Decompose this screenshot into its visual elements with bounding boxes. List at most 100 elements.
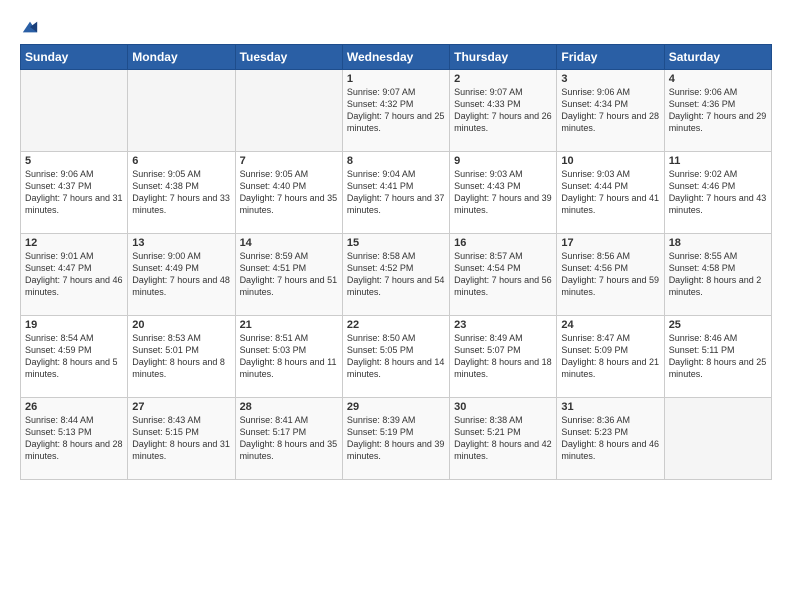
day-cell: 27Sunrise: 8:43 AM Sunset: 5:15 PM Dayli… bbox=[128, 398, 235, 480]
day-info: Sunrise: 8:44 AM Sunset: 5:13 PM Dayligh… bbox=[25, 414, 123, 463]
day-cell: 18Sunrise: 8:55 AM Sunset: 4:58 PM Dayli… bbox=[664, 234, 771, 316]
day-info: Sunrise: 9:00 AM Sunset: 4:49 PM Dayligh… bbox=[132, 250, 230, 299]
day-number: 13 bbox=[132, 237, 230, 249]
day-info: Sunrise: 8:39 AM Sunset: 5:19 PM Dayligh… bbox=[347, 414, 445, 463]
day-cell: 23Sunrise: 8:49 AM Sunset: 5:07 PM Dayli… bbox=[450, 316, 557, 398]
day-cell: 15Sunrise: 8:58 AM Sunset: 4:52 PM Dayli… bbox=[342, 234, 449, 316]
day-cell: 3Sunrise: 9:06 AM Sunset: 4:34 PM Daylig… bbox=[557, 70, 664, 152]
day-info: Sunrise: 8:58 AM Sunset: 4:52 PM Dayligh… bbox=[347, 250, 445, 299]
day-cell: 4Sunrise: 9:06 AM Sunset: 4:36 PM Daylig… bbox=[664, 70, 771, 152]
day-cell: 14Sunrise: 8:59 AM Sunset: 4:51 PM Dayli… bbox=[235, 234, 342, 316]
day-number: 6 bbox=[132, 155, 230, 167]
day-info: Sunrise: 8:46 AM Sunset: 5:11 PM Dayligh… bbox=[669, 332, 767, 381]
header bbox=[20, 18, 772, 36]
day-cell: 17Sunrise: 8:56 AM Sunset: 4:56 PM Dayli… bbox=[557, 234, 664, 316]
day-number: 27 bbox=[132, 401, 230, 413]
day-cell: 8Sunrise: 9:04 AM Sunset: 4:41 PM Daylig… bbox=[342, 152, 449, 234]
day-info: Sunrise: 8:55 AM Sunset: 4:58 PM Dayligh… bbox=[669, 250, 767, 299]
day-cell: 7Sunrise: 9:05 AM Sunset: 4:40 PM Daylig… bbox=[235, 152, 342, 234]
day-number: 19 bbox=[25, 319, 123, 331]
day-number: 22 bbox=[347, 319, 445, 331]
col-header-saturday: Saturday bbox=[664, 45, 771, 70]
day-cell bbox=[128, 70, 235, 152]
day-number: 16 bbox=[454, 237, 552, 249]
day-number: 15 bbox=[347, 237, 445, 249]
day-info: Sunrise: 8:41 AM Sunset: 5:17 PM Dayligh… bbox=[240, 414, 338, 463]
week-row-2: 5Sunrise: 9:06 AM Sunset: 4:37 PM Daylig… bbox=[21, 152, 772, 234]
day-cell: 9Sunrise: 9:03 AM Sunset: 4:43 PM Daylig… bbox=[450, 152, 557, 234]
day-cell bbox=[664, 398, 771, 480]
day-number: 28 bbox=[240, 401, 338, 413]
day-info: Sunrise: 9:01 AM Sunset: 4:47 PM Dayligh… bbox=[25, 250, 123, 299]
day-cell: 29Sunrise: 8:39 AM Sunset: 5:19 PM Dayli… bbox=[342, 398, 449, 480]
week-row-1: 1Sunrise: 9:07 AM Sunset: 4:32 PM Daylig… bbox=[21, 70, 772, 152]
day-number: 12 bbox=[25, 237, 123, 249]
day-cell: 16Sunrise: 8:57 AM Sunset: 4:54 PM Dayli… bbox=[450, 234, 557, 316]
day-cell: 19Sunrise: 8:54 AM Sunset: 4:59 PM Dayli… bbox=[21, 316, 128, 398]
day-number: 31 bbox=[561, 401, 659, 413]
calendar: SundayMondayTuesdayWednesdayThursdayFrid… bbox=[20, 44, 772, 480]
day-cell: 21Sunrise: 8:51 AM Sunset: 5:03 PM Dayli… bbox=[235, 316, 342, 398]
day-info: Sunrise: 8:50 AM Sunset: 5:05 PM Dayligh… bbox=[347, 332, 445, 381]
day-info: Sunrise: 9:06 AM Sunset: 4:37 PM Dayligh… bbox=[25, 168, 123, 217]
week-row-4: 19Sunrise: 8:54 AM Sunset: 4:59 PM Dayli… bbox=[21, 316, 772, 398]
day-info: Sunrise: 9:07 AM Sunset: 4:32 PM Dayligh… bbox=[347, 86, 445, 135]
day-number: 3 bbox=[561, 73, 659, 85]
day-number: 21 bbox=[240, 319, 338, 331]
day-cell bbox=[21, 70, 128, 152]
day-info: Sunrise: 8:43 AM Sunset: 5:15 PM Dayligh… bbox=[132, 414, 230, 463]
day-info: Sunrise: 9:07 AM Sunset: 4:33 PM Dayligh… bbox=[454, 86, 552, 135]
day-cell bbox=[235, 70, 342, 152]
day-number: 10 bbox=[561, 155, 659, 167]
logo bbox=[20, 18, 39, 36]
day-cell: 22Sunrise: 8:50 AM Sunset: 5:05 PM Dayli… bbox=[342, 316, 449, 398]
day-info: Sunrise: 8:57 AM Sunset: 4:54 PM Dayligh… bbox=[454, 250, 552, 299]
day-info: Sunrise: 9:03 AM Sunset: 4:43 PM Dayligh… bbox=[454, 168, 552, 217]
day-cell: 13Sunrise: 9:00 AM Sunset: 4:49 PM Dayli… bbox=[128, 234, 235, 316]
day-info: Sunrise: 9:02 AM Sunset: 4:46 PM Dayligh… bbox=[669, 168, 767, 217]
day-number: 29 bbox=[347, 401, 445, 413]
day-number: 5 bbox=[25, 155, 123, 167]
day-cell: 25Sunrise: 8:46 AM Sunset: 5:11 PM Dayli… bbox=[664, 316, 771, 398]
day-number: 26 bbox=[25, 401, 123, 413]
day-info: Sunrise: 8:53 AM Sunset: 5:01 PM Dayligh… bbox=[132, 332, 230, 381]
day-number: 11 bbox=[669, 155, 767, 167]
day-info: Sunrise: 8:56 AM Sunset: 4:56 PM Dayligh… bbox=[561, 250, 659, 299]
day-number: 17 bbox=[561, 237, 659, 249]
day-info: Sunrise: 9:05 AM Sunset: 4:40 PM Dayligh… bbox=[240, 168, 338, 217]
calendar-header-row: SundayMondayTuesdayWednesdayThursdayFrid… bbox=[21, 45, 772, 70]
day-info: Sunrise: 8:54 AM Sunset: 4:59 PM Dayligh… bbox=[25, 332, 123, 381]
day-info: Sunrise: 9:06 AM Sunset: 4:36 PM Dayligh… bbox=[669, 86, 767, 135]
day-info: Sunrise: 9:03 AM Sunset: 4:44 PM Dayligh… bbox=[561, 168, 659, 217]
col-header-friday: Friday bbox=[557, 45, 664, 70]
day-number: 30 bbox=[454, 401, 552, 413]
day-number: 7 bbox=[240, 155, 338, 167]
day-cell: 24Sunrise: 8:47 AM Sunset: 5:09 PM Dayli… bbox=[557, 316, 664, 398]
day-info: Sunrise: 9:05 AM Sunset: 4:38 PM Dayligh… bbox=[132, 168, 230, 217]
col-header-sunday: Sunday bbox=[21, 45, 128, 70]
day-info: Sunrise: 8:59 AM Sunset: 4:51 PM Dayligh… bbox=[240, 250, 338, 299]
day-cell: 5Sunrise: 9:06 AM Sunset: 4:37 PM Daylig… bbox=[21, 152, 128, 234]
day-cell: 1Sunrise: 9:07 AM Sunset: 4:32 PM Daylig… bbox=[342, 70, 449, 152]
day-number: 2 bbox=[454, 73, 552, 85]
day-info: Sunrise: 8:47 AM Sunset: 5:09 PM Dayligh… bbox=[561, 332, 659, 381]
day-cell: 31Sunrise: 8:36 AM Sunset: 5:23 PM Dayli… bbox=[557, 398, 664, 480]
day-cell: 12Sunrise: 9:01 AM Sunset: 4:47 PM Dayli… bbox=[21, 234, 128, 316]
day-cell: 26Sunrise: 8:44 AM Sunset: 5:13 PM Dayli… bbox=[21, 398, 128, 480]
day-number: 24 bbox=[561, 319, 659, 331]
day-info: Sunrise: 8:38 AM Sunset: 5:21 PM Dayligh… bbox=[454, 414, 552, 463]
day-cell: 11Sunrise: 9:02 AM Sunset: 4:46 PM Dayli… bbox=[664, 152, 771, 234]
page: SundayMondayTuesdayWednesdayThursdayFrid… bbox=[0, 0, 792, 612]
day-cell: 2Sunrise: 9:07 AM Sunset: 4:33 PM Daylig… bbox=[450, 70, 557, 152]
col-header-wednesday: Wednesday bbox=[342, 45, 449, 70]
day-info: Sunrise: 9:06 AM Sunset: 4:34 PM Dayligh… bbox=[561, 86, 659, 135]
col-header-monday: Monday bbox=[128, 45, 235, 70]
day-number: 1 bbox=[347, 73, 445, 85]
day-cell: 30Sunrise: 8:38 AM Sunset: 5:21 PM Dayli… bbox=[450, 398, 557, 480]
day-cell: 20Sunrise: 8:53 AM Sunset: 5:01 PM Dayli… bbox=[128, 316, 235, 398]
week-row-3: 12Sunrise: 9:01 AM Sunset: 4:47 PM Dayli… bbox=[21, 234, 772, 316]
day-info: Sunrise: 8:49 AM Sunset: 5:07 PM Dayligh… bbox=[454, 332, 552, 381]
day-number: 25 bbox=[669, 319, 767, 331]
day-number: 4 bbox=[669, 73, 767, 85]
logo-icon bbox=[21, 18, 39, 36]
